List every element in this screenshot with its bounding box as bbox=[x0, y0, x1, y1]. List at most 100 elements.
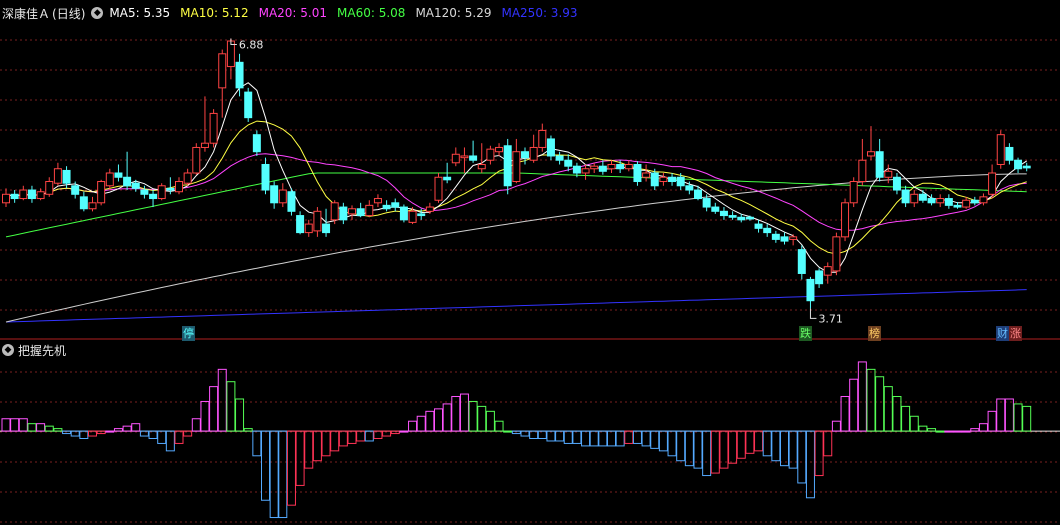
candle-body bbox=[244, 91, 253, 119]
ma60-label: MA60: 5.08 bbox=[337, 6, 406, 20]
candle-body bbox=[36, 191, 45, 200]
badge-cai[interactable]: 财 bbox=[996, 326, 1009, 341]
candle-body bbox=[339, 206, 348, 221]
chart-canvas[interactable]: 6.88 3.71 bbox=[0, 0, 1060, 525]
stock-name: 深康佳Ａ bbox=[2, 6, 51, 21]
indicator-bar bbox=[589, 430, 599, 447]
ma10-label: MA10: 5.12 bbox=[180, 6, 249, 20]
indicator-bar bbox=[269, 430, 279, 519]
candle-body bbox=[659, 176, 668, 183]
candle-body bbox=[867, 151, 875, 157]
ma5-label: MA5: 5.35 bbox=[109, 6, 171, 20]
indicator-bar bbox=[702, 430, 712, 477]
indicator-bar bbox=[252, 430, 262, 457]
candle-body bbox=[399, 206, 408, 221]
candle-body bbox=[365, 204, 374, 217]
indicator-bar bbox=[434, 408, 443, 432]
indicator-header: ◆ 把握先机 bbox=[0, 342, 66, 358]
indicator-bar bbox=[780, 430, 789, 467]
candle-body bbox=[815, 270, 824, 285]
indicator-bar bbox=[901, 405, 911, 432]
candle-body bbox=[572, 165, 581, 174]
candle-body bbox=[140, 189, 149, 195]
indicator-bar bbox=[849, 378, 859, 432]
candle-body bbox=[823, 266, 832, 276]
candle-body bbox=[209, 112, 218, 144]
indicator-bar bbox=[693, 430, 703, 469]
indicator-bar bbox=[944, 430, 954, 433]
indicator-bar bbox=[459, 393, 469, 432]
candle-body bbox=[875, 151, 884, 178]
indicator-bar bbox=[883, 386, 893, 432]
candle-body bbox=[581, 168, 590, 174]
candle-body bbox=[304, 223, 313, 234]
candle-body bbox=[391, 202, 400, 208]
indicator-bar bbox=[797, 430, 807, 484]
indicator-settings-icon[interactable]: ◆ bbox=[2, 344, 14, 356]
badge-zhang[interactable]: 涨 bbox=[1009, 326, 1022, 341]
indicator-bar bbox=[1004, 398, 1014, 432]
indicator-bar bbox=[909, 415, 919, 432]
settings-icon[interactable]: ◆ bbox=[91, 7, 104, 19]
candle-body bbox=[719, 210, 728, 217]
indicator-bar bbox=[1, 418, 11, 432]
indicator-bar bbox=[814, 430, 824, 477]
candle-body bbox=[278, 189, 287, 204]
indicator-bar bbox=[555, 430, 565, 442]
indicator-bar bbox=[18, 418, 28, 432]
indicator-bar bbox=[347, 430, 357, 444]
candle-body bbox=[650, 172, 659, 187]
indicator-bar bbox=[36, 423, 46, 432]
indicator-bar bbox=[226, 381, 236, 432]
indicator-bar bbox=[356, 430, 366, 442]
indicator-bar bbox=[399, 430, 409, 433]
candle-body bbox=[936, 198, 945, 204]
candle-body bbox=[763, 227, 772, 234]
candle-body bbox=[1022, 165, 1031, 169]
candle-body bbox=[200, 142, 209, 148]
indicator-bar bbox=[503, 430, 513, 433]
badge-ting[interactable]: 停 bbox=[182, 326, 195, 341]
ma20-label: MA20: 5.01 bbox=[258, 6, 328, 20]
indicator-bar bbox=[866, 368, 876, 432]
candle-body bbox=[529, 146, 538, 161]
candle-body bbox=[10, 193, 19, 200]
indicator-bar bbox=[581, 430, 591, 447]
candle-body bbox=[884, 170, 893, 178]
candle-body bbox=[512, 151, 521, 183]
indicator-bar bbox=[485, 410, 495, 432]
candle-body bbox=[996, 134, 1005, 165]
indicator-bar bbox=[494, 420, 504, 432]
indicator-bar bbox=[607, 430, 616, 447]
candle-body bbox=[322, 223, 331, 234]
indicator-bar bbox=[632, 430, 642, 444]
candle-body bbox=[149, 193, 158, 200]
candle-body bbox=[832, 236, 841, 272]
ma250-line bbox=[5, 289, 1027, 323]
indicator-bar bbox=[676, 430, 686, 462]
badge-bang[interactable]: 榜 bbox=[868, 326, 881, 341]
candle-body bbox=[408, 210, 417, 223]
indicator-bar bbox=[658, 430, 668, 452]
indicator-bar bbox=[425, 410, 435, 432]
indicator-bar bbox=[157, 430, 167, 444]
candle-body bbox=[702, 198, 711, 208]
candle-body bbox=[538, 129, 547, 148]
candle-body bbox=[88, 202, 97, 210]
indicator-bar bbox=[416, 415, 426, 432]
candle-body bbox=[806, 278, 815, 302]
candle-body bbox=[676, 176, 685, 187]
indicator-bar bbox=[1013, 403, 1023, 432]
indicator-bar bbox=[442, 403, 452, 432]
indicator-bar bbox=[261, 430, 270, 501]
candle-body bbox=[356, 208, 365, 217]
indicator-bar bbox=[10, 418, 20, 432]
main-chart-header: 深康佳Ａ (日线) ◆ MA5: 5.35 MA10: 5.12 MA20: 5… bbox=[0, 4, 578, 22]
badge-die[interactable]: 跌 bbox=[799, 326, 812, 341]
indicator-bar bbox=[598, 430, 608, 447]
indicator-bar bbox=[278, 430, 288, 519]
candle-body bbox=[175, 181, 183, 193]
candle-body bbox=[486, 148, 495, 161]
indicator-bar bbox=[364, 430, 374, 442]
indicator-bar bbox=[667, 430, 677, 457]
